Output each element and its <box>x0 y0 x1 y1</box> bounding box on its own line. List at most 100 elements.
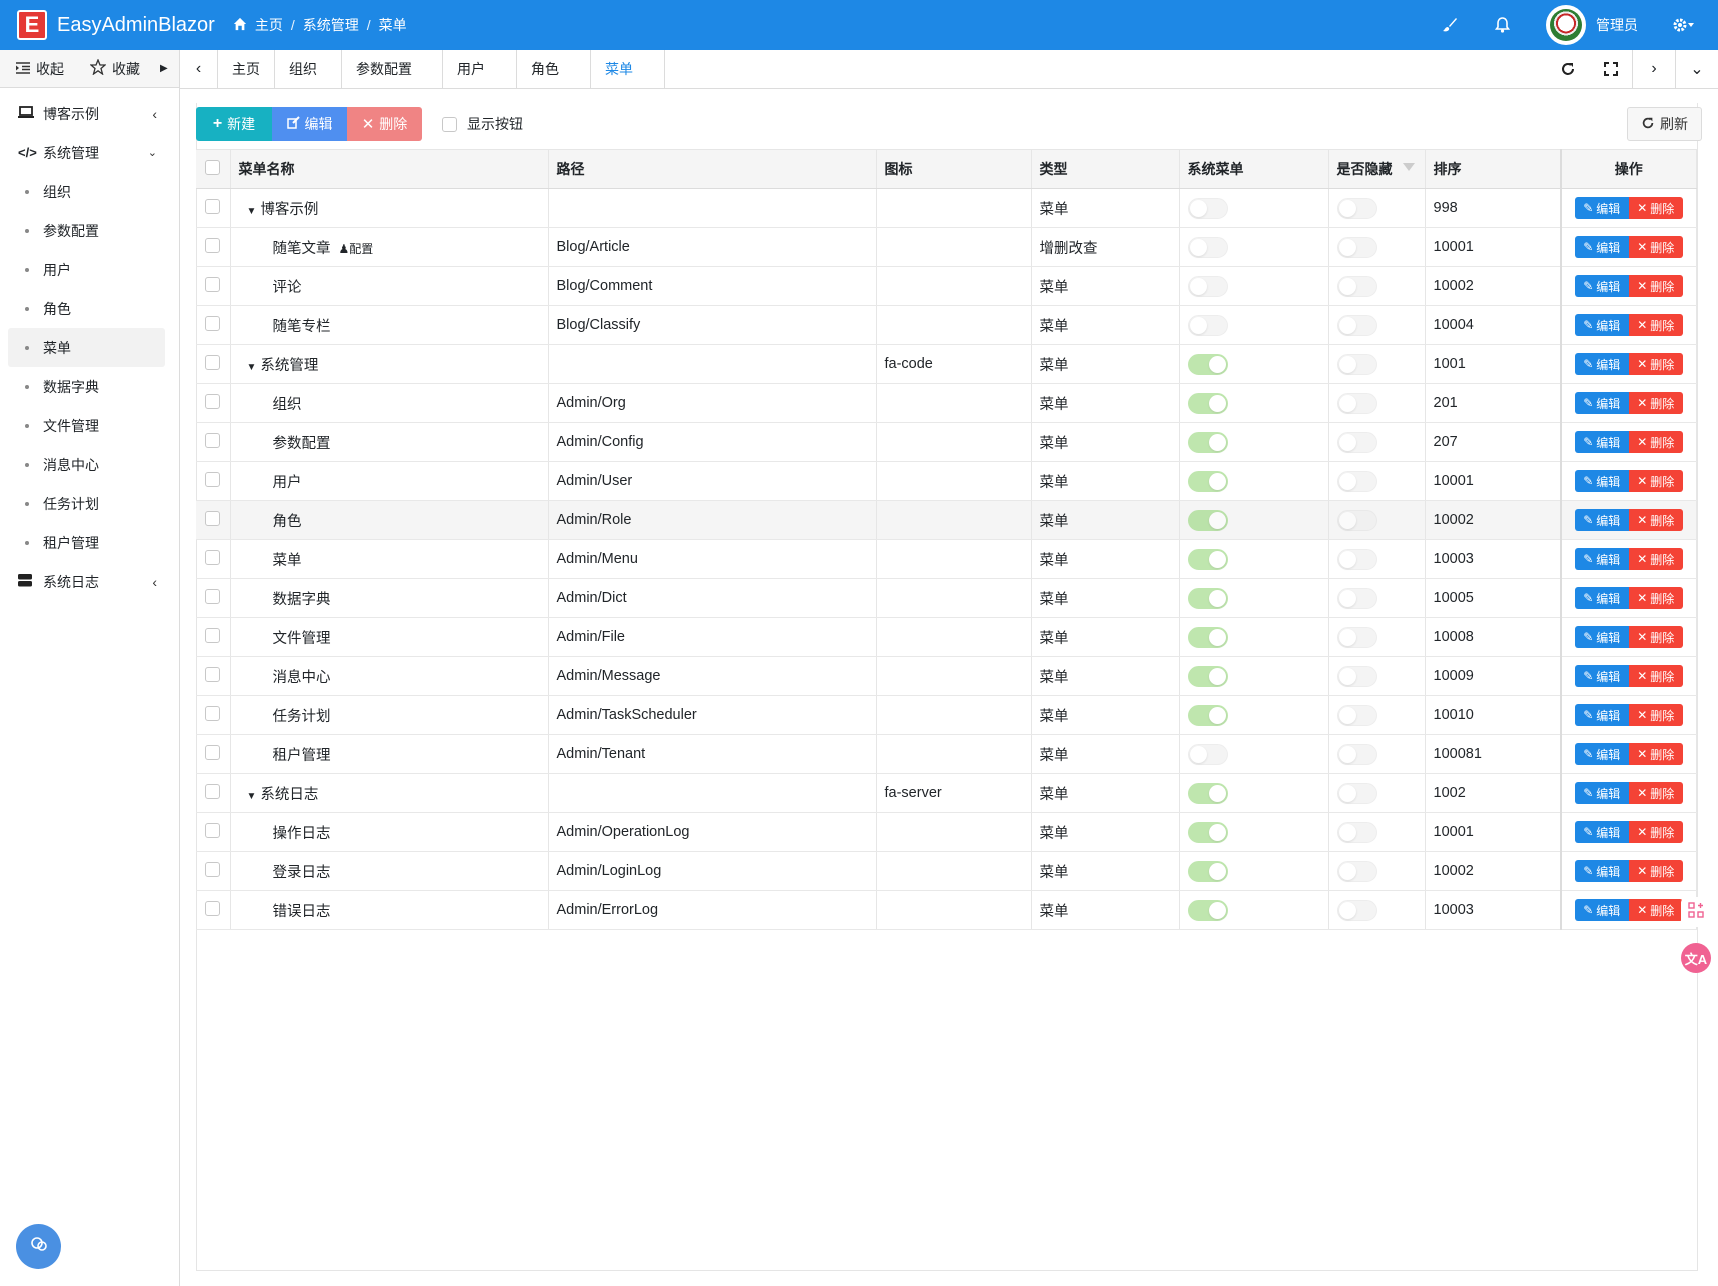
row-checkbox[interactable] <box>205 276 221 292</box>
select-all-checkbox[interactable] <box>205 160 221 175</box>
row-select-cell[interactable] <box>196 344 231 384</box>
translate-float-button[interactable]: 文A <box>1681 943 1711 973</box>
row-delete-button[interactable]: ✕ 删除 <box>1628 353 1683 375</box>
row-checkbox[interactable] <box>205 510 221 526</box>
tabs-dropdown-button[interactable]: ⌄ <box>1675 50 1718 88</box>
row-select-cell[interactable] <box>196 656 231 696</box>
sidebar-item-config[interactable]: 参数配置 <box>0 211 179 250</box>
row-select-cell[interactable] <box>196 461 231 501</box>
row-delete-button[interactable]: ✕ 删除 <box>1628 509 1683 531</box>
tab-config[interactable]: 参数配置 <box>342 50 443 88</box>
column-header-icon[interactable]: 图标 <box>876 149 1032 189</box>
avatar[interactable] <box>1546 5 1586 45</box>
row-select-cell[interactable] <box>196 422 231 462</box>
column-header-name[interactable]: 菜单名称 <box>230 149 549 189</box>
caret-down-icon[interactable]: ▼ <box>247 362 257 373</box>
brush-icon[interactable] <box>1438 13 1462 37</box>
row-select-cell[interactable] <box>196 383 231 423</box>
row-checkbox[interactable] <box>205 471 221 487</box>
table-row[interactable]: 登录日志 Admin/LoginLog 菜单 10002 ✎ 编辑 ✕ 删除 <box>196 851 1697 891</box>
column-header-type[interactable]: 类型 <box>1031 149 1180 189</box>
caret-down-icon[interactable]: ▼ <box>247 791 257 802</box>
row-checkbox[interactable] <box>205 705 221 721</box>
table-row[interactable]: ▼ 博客示例 菜单 998 ✎ 编辑 ✕ 删除 <box>196 188 1697 228</box>
row-select-cell[interactable] <box>196 500 231 540</box>
row-select-cell[interactable] <box>196 539 231 579</box>
row-edit-button[interactable]: ✎ 编辑 <box>1574 236 1629 258</box>
table-row[interactable]: 消息中心 Admin/Message 菜单 10009 ✎ 编辑 ✕ 删除 <box>196 656 1697 696</box>
gear-icon[interactable] <box>1668 13 1698 37</box>
fullscreen-icon[interactable] <box>1589 50 1632 88</box>
sidebar-group-blog[interactable]: 博客示例 ‹ <box>0 94 179 133</box>
row-edit-button[interactable]: ✎ 编辑 <box>1574 509 1629 531</box>
tabs-prev-button[interactable]: ‹ <box>180 50 218 88</box>
row-edit-button[interactable]: ✎ 编辑 <box>1574 743 1629 765</box>
apps-float-button[interactable] <box>1681 897 1711 927</box>
app-title[interactable]: EasyAdminBlazor <box>57 14 215 37</box>
delete-button[interactable]: ✕ 删除 <box>347 107 422 141</box>
sidebar-item-role[interactable]: 角色 <box>0 289 179 328</box>
row-edit-button[interactable]: ✎ 编辑 <box>1574 197 1629 219</box>
row-delete-button[interactable]: ✕ 删除 <box>1628 197 1683 219</box>
row-checkbox[interactable] <box>205 822 221 838</box>
table-row[interactable]: 租户管理 Admin/Tenant 菜单 100081 ✎ 编辑 ✕ 删除 <box>196 734 1697 774</box>
table-row[interactable]: ▼ 系统管理 fa-code 菜单 1001 ✎ 编辑 ✕ 删除 <box>196 344 1697 384</box>
row-edit-button[interactable]: ✎ 编辑 <box>1574 782 1629 804</box>
row-edit-button[interactable]: ✎ 编辑 <box>1574 860 1629 882</box>
row-checkbox[interactable] <box>205 744 221 760</box>
edit-button[interactable]: 编辑 <box>272 107 347 141</box>
row-edit-button[interactable]: ✎ 编辑 <box>1574 275 1629 297</box>
row-edit-button[interactable]: ✎ 编辑 <box>1574 548 1629 570</box>
row-delete-button[interactable]: ✕ 删除 <box>1628 704 1683 726</box>
table-row[interactable]: 随笔专栏 Blog/Classify 菜单 10004 ✎ 编辑 ✕ 删除 <box>196 305 1697 345</box>
row-checkbox[interactable] <box>205 900 221 916</box>
table-row[interactable]: ▼ 系统日志 fa-server 菜单 1002 ✎ 编辑 ✕ 删除 <box>196 773 1697 813</box>
column-header-system[interactable]: 系统菜单 <box>1179 149 1329 189</box>
row-select-cell[interactable] <box>196 617 231 657</box>
row-delete-button[interactable]: ✕ 删除 <box>1628 431 1683 453</box>
sidebar-group-log[interactable]: 系统日志 ‹ <box>0 562 179 601</box>
sidebar-item-file[interactable]: 文件管理 <box>0 406 179 445</box>
row-delete-button[interactable]: ✕ 删除 <box>1628 743 1683 765</box>
show-buttons-toggle[interactable]: 显示按钮 <box>442 114 523 134</box>
sidebar-item-message[interactable]: 消息中心 <box>0 445 179 484</box>
row-edit-button[interactable]: ✎ 编辑 <box>1574 587 1629 609</box>
row-select-cell[interactable] <box>196 188 231 228</box>
row-select-cell[interactable] <box>196 773 231 813</box>
row-delete-button[interactable]: ✕ 删除 <box>1628 626 1683 648</box>
column-header-path[interactable]: 路径 <box>548 149 877 189</box>
row-delete-button[interactable]: ✕ 删除 <box>1628 236 1683 258</box>
row-delete-button[interactable]: ✕ 删除 <box>1628 899 1683 921</box>
row-select-cell[interactable] <box>196 890 231 930</box>
caret-right-icon[interactable]: ▶ <box>160 63 168 74</box>
tab-home[interactable]: 主页 <box>218 50 275 88</box>
row-edit-button[interactable]: ✎ 编辑 <box>1574 392 1629 414</box>
row-select-cell[interactable] <box>196 812 231 852</box>
row-delete-button[interactable]: ✕ 删除 <box>1628 860 1683 882</box>
row-checkbox[interactable] <box>205 666 221 682</box>
breadcrumb-system[interactable]: 系统管理 <box>303 15 359 35</box>
row-select-cell[interactable] <box>196 227 231 267</box>
filter-icon[interactable] <box>1402 163 1415 171</box>
row-delete-button[interactable]: ✕ 删除 <box>1628 548 1683 570</box>
table-row[interactable]: 任务计划 Admin/TaskScheduler 菜单 10010 ✎ 编辑 ✕ 删除 <box>196 695 1697 735</box>
row-edit-button[interactable]: ✎ 编辑 <box>1574 665 1629 687</box>
table-row[interactable]: 菜单 Admin/Menu 菜单 10003 ✎ 编辑 ✕ 删除 <box>196 539 1697 579</box>
tab-user[interactable]: 用户 <box>443 50 517 88</box>
breadcrumb-home[interactable]: 主页 <box>255 15 283 35</box>
row-delete-button[interactable]: ✕ 删除 <box>1628 782 1683 804</box>
table-row[interactable]: 参数配置 Admin/Config 菜单 207 ✎ 编辑 ✕ 删除 <box>196 422 1697 462</box>
sidebar-item-menu[interactable]: 菜单 <box>8 328 165 367</box>
row-select-cell[interactable] <box>196 578 231 618</box>
row-checkbox[interactable] <box>205 549 221 565</box>
tab-role[interactable]: 角色 <box>517 50 591 88</box>
table-row[interactable]: 随笔文章 ♟配置 Blog/Article 增删改查 10001 ✎ 编辑 ✕ 删除 <box>196 227 1697 267</box>
collapse-button[interactable]: 收起 <box>16 59 64 79</box>
chat-float-button[interactable] <box>16 1224 61 1269</box>
refresh-tab-icon[interactable] <box>1546 50 1589 88</box>
show-buttons-checkbox[interactable] <box>442 116 457 132</box>
column-header-hidden[interactable]: 是否隐藏 <box>1328 149 1426 189</box>
app-logo[interactable]: E <box>17 10 47 40</box>
user-name[interactable]: 管理员 <box>1596 15 1638 35</box>
row-checkbox[interactable] <box>205 588 221 604</box>
